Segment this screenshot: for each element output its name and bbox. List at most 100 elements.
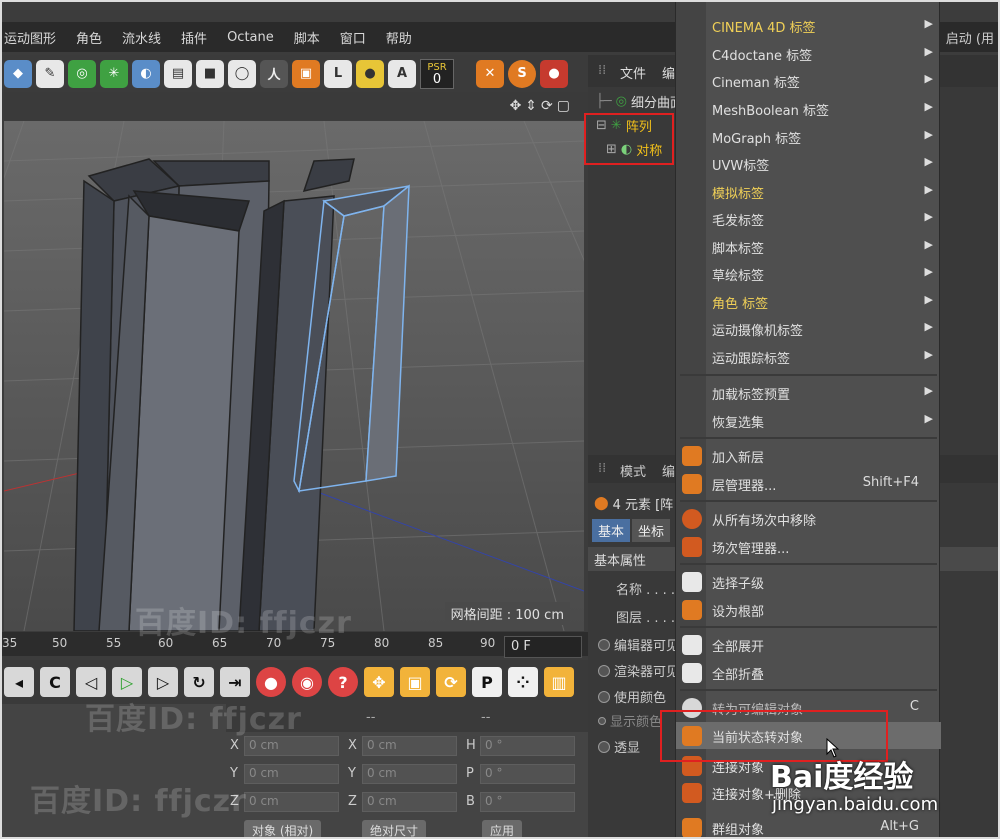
menu-item-script-tags[interactable]: 脚本标签 ▶	[676, 233, 941, 260]
menu-mode[interactable]: 模式	[620, 461, 646, 480]
record-key-icon[interactable]: ●	[256, 667, 286, 697]
menu-item-mograph-tags[interactable]: MoGraph 标签 ▶	[676, 123, 941, 150]
menu-edit[interactable]: 编	[662, 63, 675, 82]
menu-item-remove-from-takes[interactable]: 从所有场次中移除	[676, 505, 941, 532]
light-icon[interactable]: ◯	[228, 59, 256, 88]
menu-item-restore-selection[interactable]: 恢复选集 ▶	[676, 407, 941, 434]
menu-item-c4doctane-tags[interactable]: C4doctane 标签 ▶	[676, 40, 941, 67]
scale-key-icon[interactable]: ▣	[400, 667, 430, 697]
menu-item-meshboolean-tags[interactable]: MeshBoolean 标签 ▶	[676, 95, 941, 122]
menu-item-select-children[interactable]: 选择子级	[676, 568, 941, 595]
move-key-icon[interactable]: ✥	[364, 667, 394, 697]
attr-display-color[interactable]: 显示颜色	[598, 711, 662, 730]
position-z-field[interactable]: 0 cm	[244, 792, 339, 812]
menu-item-expand-all[interactable]: 全部展开	[676, 631, 941, 658]
menu-window[interactable]: 窗口	[340, 28, 366, 47]
absolute-size-dropdown[interactable]: 绝对尺寸	[362, 820, 427, 839]
rotation-p-field[interactable]: 0 °	[480, 764, 575, 784]
menu-item-cineman-tags[interactable]: Cineman 标签 ▶	[676, 67, 941, 94]
rotation-h-field[interactable]: 0 °	[480, 736, 575, 756]
tick-label: 90	[480, 636, 496, 650]
current-frame-field[interactable]: 0 F	[504, 636, 582, 658]
menu-mograph[interactable]: 运动图形	[4, 28, 56, 47]
3d-viewport[interactable]: 网格间距 : 100 cm	[4, 121, 584, 631]
next-frame-button[interactable]: ▷	[148, 667, 178, 697]
menu-item-uvw-tags[interactable]: UVW标签 ▶	[676, 150, 941, 177]
layout-startup-label[interactable]: 启动 (用	[946, 28, 994, 47]
attr-use-color[interactable]: 使用颜色	[598, 687, 666, 706]
rotation-b-field[interactable]: 0 °	[480, 792, 575, 812]
size-z-field[interactable]: 0 cm	[362, 792, 457, 812]
position-x-field[interactable]: 0 cm	[244, 736, 339, 756]
menu-item-character-tags[interactable]: 角色 标签 ▶	[676, 288, 941, 315]
object-relative-dropdown[interactable]: 对象 (相对)	[244, 820, 322, 839]
position-y-field[interactable]: 0 cm	[244, 764, 339, 784]
menu-item-set-as-root[interactable]: 设为根部	[676, 596, 941, 623]
menu-item-motion-tracker-tags[interactable]: 运动跟踪标签 ▶	[676, 343, 941, 370]
menu-item-cinema4d-tags[interactable]: CINEMA 4D 标签 ▶	[676, 12, 941, 39]
submenu-arrow-icon: ▶	[924, 45, 933, 58]
menu-item-add-new-layer[interactable]: 加入新层	[676, 442, 941, 469]
menu-item-load-tag-preset[interactable]: 加载标签预置 ▶	[676, 379, 941, 406]
go-start-button[interactable]: ◂	[4, 667, 34, 697]
keyframe-selection-icon[interactable]: ?	[328, 667, 358, 697]
menu-pipeline[interactable]: 流水线	[122, 28, 161, 47]
attr-editor-visible[interactable]: 编辑器可见	[598, 635, 679, 654]
point-level-icon[interactable]: ⁘	[508, 667, 538, 697]
prev-key-button[interactable]: C	[40, 667, 70, 697]
tick-label: 80	[374, 636, 390, 650]
tab-basic[interactable]: 基本	[592, 519, 631, 542]
menu-item-motion-camera-tags[interactable]: 运动摄像机标签 ▶	[676, 315, 941, 342]
camera-icon[interactable]: ■	[196, 59, 224, 88]
apply-button[interactable]: 应用	[482, 820, 523, 839]
menu-item-hair-tags[interactable]: 毛发标签 ▶	[676, 205, 941, 232]
xyz-icon[interactable]: ●	[356, 59, 384, 88]
tab-coordinates[interactable]: 坐标	[632, 519, 671, 542]
next-key-button[interactable]: ↻	[184, 667, 214, 697]
size-x-field[interactable]: 0 cm	[362, 736, 457, 756]
menu-file[interactable]: 文件	[620, 63, 646, 82]
menu-label: Cineman 标签	[712, 76, 800, 91]
object-row-subdivision[interactable]: ├─ ◎ 细分曲面	[596, 89, 683, 113]
attr-render-visible[interactable]: 渲染器可见	[598, 661, 679, 680]
parameter-key-icon[interactable]: P	[472, 667, 502, 697]
menu-label: 恢复选集	[712, 416, 765, 431]
menu-script[interactable]: 脚本	[294, 28, 320, 47]
spread-icon[interactable]: ✕	[476, 59, 504, 88]
menu-edit[interactable]: 编	[662, 461, 675, 480]
filmstrip-icon[interactable]: ▥	[544, 667, 574, 697]
menu-item-sketch-tags[interactable]: 草绘标签 ▶	[676, 260, 941, 287]
menu-character[interactable]: 角色	[76, 28, 102, 47]
pen-icon[interactable]: ✎	[36, 59, 64, 88]
cube-icon[interactable]: ◆	[4, 59, 32, 88]
menu-help[interactable]: 帮助	[386, 28, 412, 47]
menu-item-take-manager[interactable]: 场次管理器...	[676, 533, 941, 560]
menu-item-group-objects[interactable]: 群组对象 Alt+G	[676, 814, 941, 839]
menu-octane[interactable]: Octane	[227, 30, 274, 45]
viewport-nav-icons[interactable]: ✥⇕⟳▢	[510, 98, 574, 114]
menu-item-simulation-tags[interactable]: 模拟标签 ▶	[676, 178, 941, 205]
menu-item-collapse-all[interactable]: 全部折叠	[676, 659, 941, 686]
floor-icon[interactable]: ▤	[164, 59, 192, 88]
array-icon[interactable]: ✳	[100, 59, 128, 88]
s-logo-icon[interactable]: S	[508, 59, 536, 88]
menu-item-layer-manager[interactable]: 层管理器... Shift+F4	[676, 470, 941, 497]
deformer-icon[interactable]: ◐	[132, 59, 160, 88]
dynamics-icon[interactable]: ●	[540, 59, 568, 88]
attr-label: 渲染器可见	[614, 665, 680, 680]
autokey-icon[interactable]: ◉	[292, 667, 322, 697]
box-icon[interactable]: ▣	[292, 59, 320, 88]
go-end-button[interactable]: ⇥	[220, 667, 250, 697]
prev-frame-button[interactable]: ◁	[76, 667, 106, 697]
psr-value: 0	[432, 71, 442, 87]
subdivision-icon[interactable]: ◎	[68, 59, 96, 88]
play-button[interactable]: ▷	[112, 667, 142, 697]
rename-icon[interactable]: L	[324, 59, 352, 88]
rotate-key-icon[interactable]: ⟳	[436, 667, 466, 697]
size-y-field[interactable]: 0 cm	[362, 764, 457, 784]
attr-xray[interactable]: 透显	[598, 737, 640, 756]
sort-icon[interactable]: A	[388, 59, 416, 88]
psr-display[interactable]: PSR 0	[420, 58, 454, 89]
menu-plugins[interactable]: 插件	[181, 28, 207, 47]
joint-icon[interactable]: 人	[260, 59, 288, 88]
